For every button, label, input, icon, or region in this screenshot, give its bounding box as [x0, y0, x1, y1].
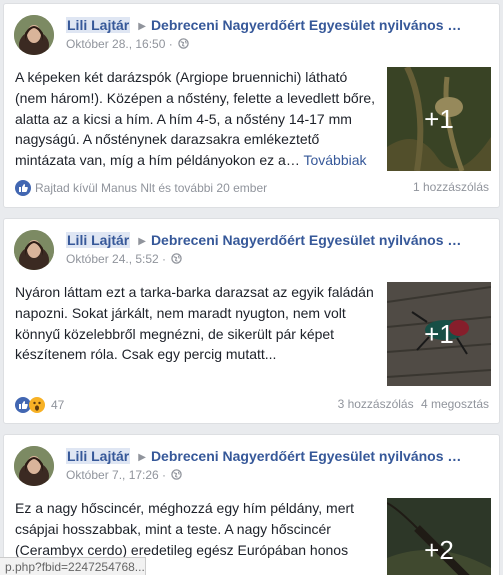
- timestamp[interactable]: Október 28., 16:50 ·: [66, 37, 176, 51]
- more-photos-count: +1: [387, 282, 491, 386]
- avatar[interactable]: [14, 446, 54, 486]
- group-name[interactable]: Debreceni Nagyerdőért Egyesület nyilváno…: [151, 17, 461, 33]
- see-more-link[interactable]: Továbbiak: [303, 152, 366, 168]
- post-text: Ez a nagy hőscincér, méghozzá egy hím pé…: [15, 498, 377, 560]
- like-icon: [15, 180, 31, 196]
- browser-status-url: p.php?fbid=2247254768...: [0, 557, 146, 575]
- comments-count[interactable]: 1 hozzászólás: [413, 180, 489, 194]
- more-photos-count: +1: [387, 67, 491, 171]
- comments-count[interactable]: 3 hozzászólás: [338, 397, 414, 411]
- post-text: Nyáron láttam ezt a tarka-barka darazsat…: [15, 282, 377, 365]
- post-meta: Október 28., 16:50 ·: [66, 37, 189, 51]
- post-header: Lili Lajtár ▶ Debreceni Nagyerdőért Egyesü…: [66, 232, 489, 248]
- engagement-counts: 3 hozzászólás 4 megosztás: [338, 397, 489, 411]
- author-name[interactable]: Lili Lajtár: [66, 17, 131, 33]
- post-photo-thumbnail[interactable]: +1: [387, 67, 491, 171]
- more-photos-count: +2: [387, 498, 491, 575]
- globe-icon: [171, 253, 183, 264]
- post-header: Lili Lajtár ▶ Debreceni Nagyerdőért Egyesü…: [66, 448, 489, 464]
- post-header: Lili Lajtár ▶ Debreceni Nagyerdőért Egyesü…: [66, 17, 489, 33]
- post-photo-thumbnail[interactable]: +2: [387, 498, 491, 575]
- post-photo-thumbnail[interactable]: +1: [387, 282, 491, 386]
- post-card: Lili Lajtár ▶ Debreceni Nagyerdőért Egyesü…: [3, 3, 500, 208]
- author-name[interactable]: Lili Lajtár: [66, 232, 131, 248]
- share-arrow-icon: ▶: [138, 236, 146, 247]
- post-text-content: Ez a nagy hőscincér, méghozzá egy hím pé…: [15, 500, 355, 558]
- reactions-text: Rajtad kívül Manus Nlt és további 20 emb…: [35, 181, 268, 195]
- post-card: Lili Lajtár ▶ Debreceni Nagyerdőért Egyesü…: [3, 218, 500, 424]
- author-name[interactable]: Lili Lajtár: [66, 448, 131, 464]
- reactions-summary[interactable]: Rajtad kívül Manus Nlt és további 20 emb…: [15, 180, 267, 196]
- post-card: Lili Lajtár ▶ Debreceni Nagyerdőért Egyesü…: [3, 434, 500, 575]
- timestamp[interactable]: Október 24., 5:52 ·: [66, 252, 169, 266]
- post-meta: Október 24., 5:52 ·: [66, 252, 183, 266]
- post-text: A képeken két darázspók (Argiope bruenni…: [15, 67, 377, 171]
- shares-count[interactable]: 4 megosztás: [421, 397, 489, 411]
- avatar[interactable]: [14, 15, 54, 55]
- globe-icon: [178, 38, 189, 49]
- post-meta: Október 7., 17:26 ·: [66, 468, 183, 482]
- timestamp[interactable]: Október 7., 17:26 ·: [66, 468, 169, 482]
- avatar[interactable]: [14, 230, 54, 270]
- share-arrow-icon: ▶: [138, 21, 146, 32]
- reactions-count: 47: [51, 398, 65, 412]
- group-name[interactable]: Debreceni Nagyerdőért Egyesület nyilváno…: [151, 448, 461, 464]
- share-arrow-icon: ▶: [138, 452, 146, 463]
- group-name[interactable]: Debreceni Nagyerdőért Egyesület nyilváno…: [151, 232, 461, 248]
- post-text-content: Nyáron láttam ezt a tarka-barka darazsat…: [15, 284, 374, 363]
- globe-icon: [171, 469, 183, 480]
- wow-icon: [29, 397, 45, 413]
- reactions-summary[interactable]: 47: [15, 397, 64, 413]
